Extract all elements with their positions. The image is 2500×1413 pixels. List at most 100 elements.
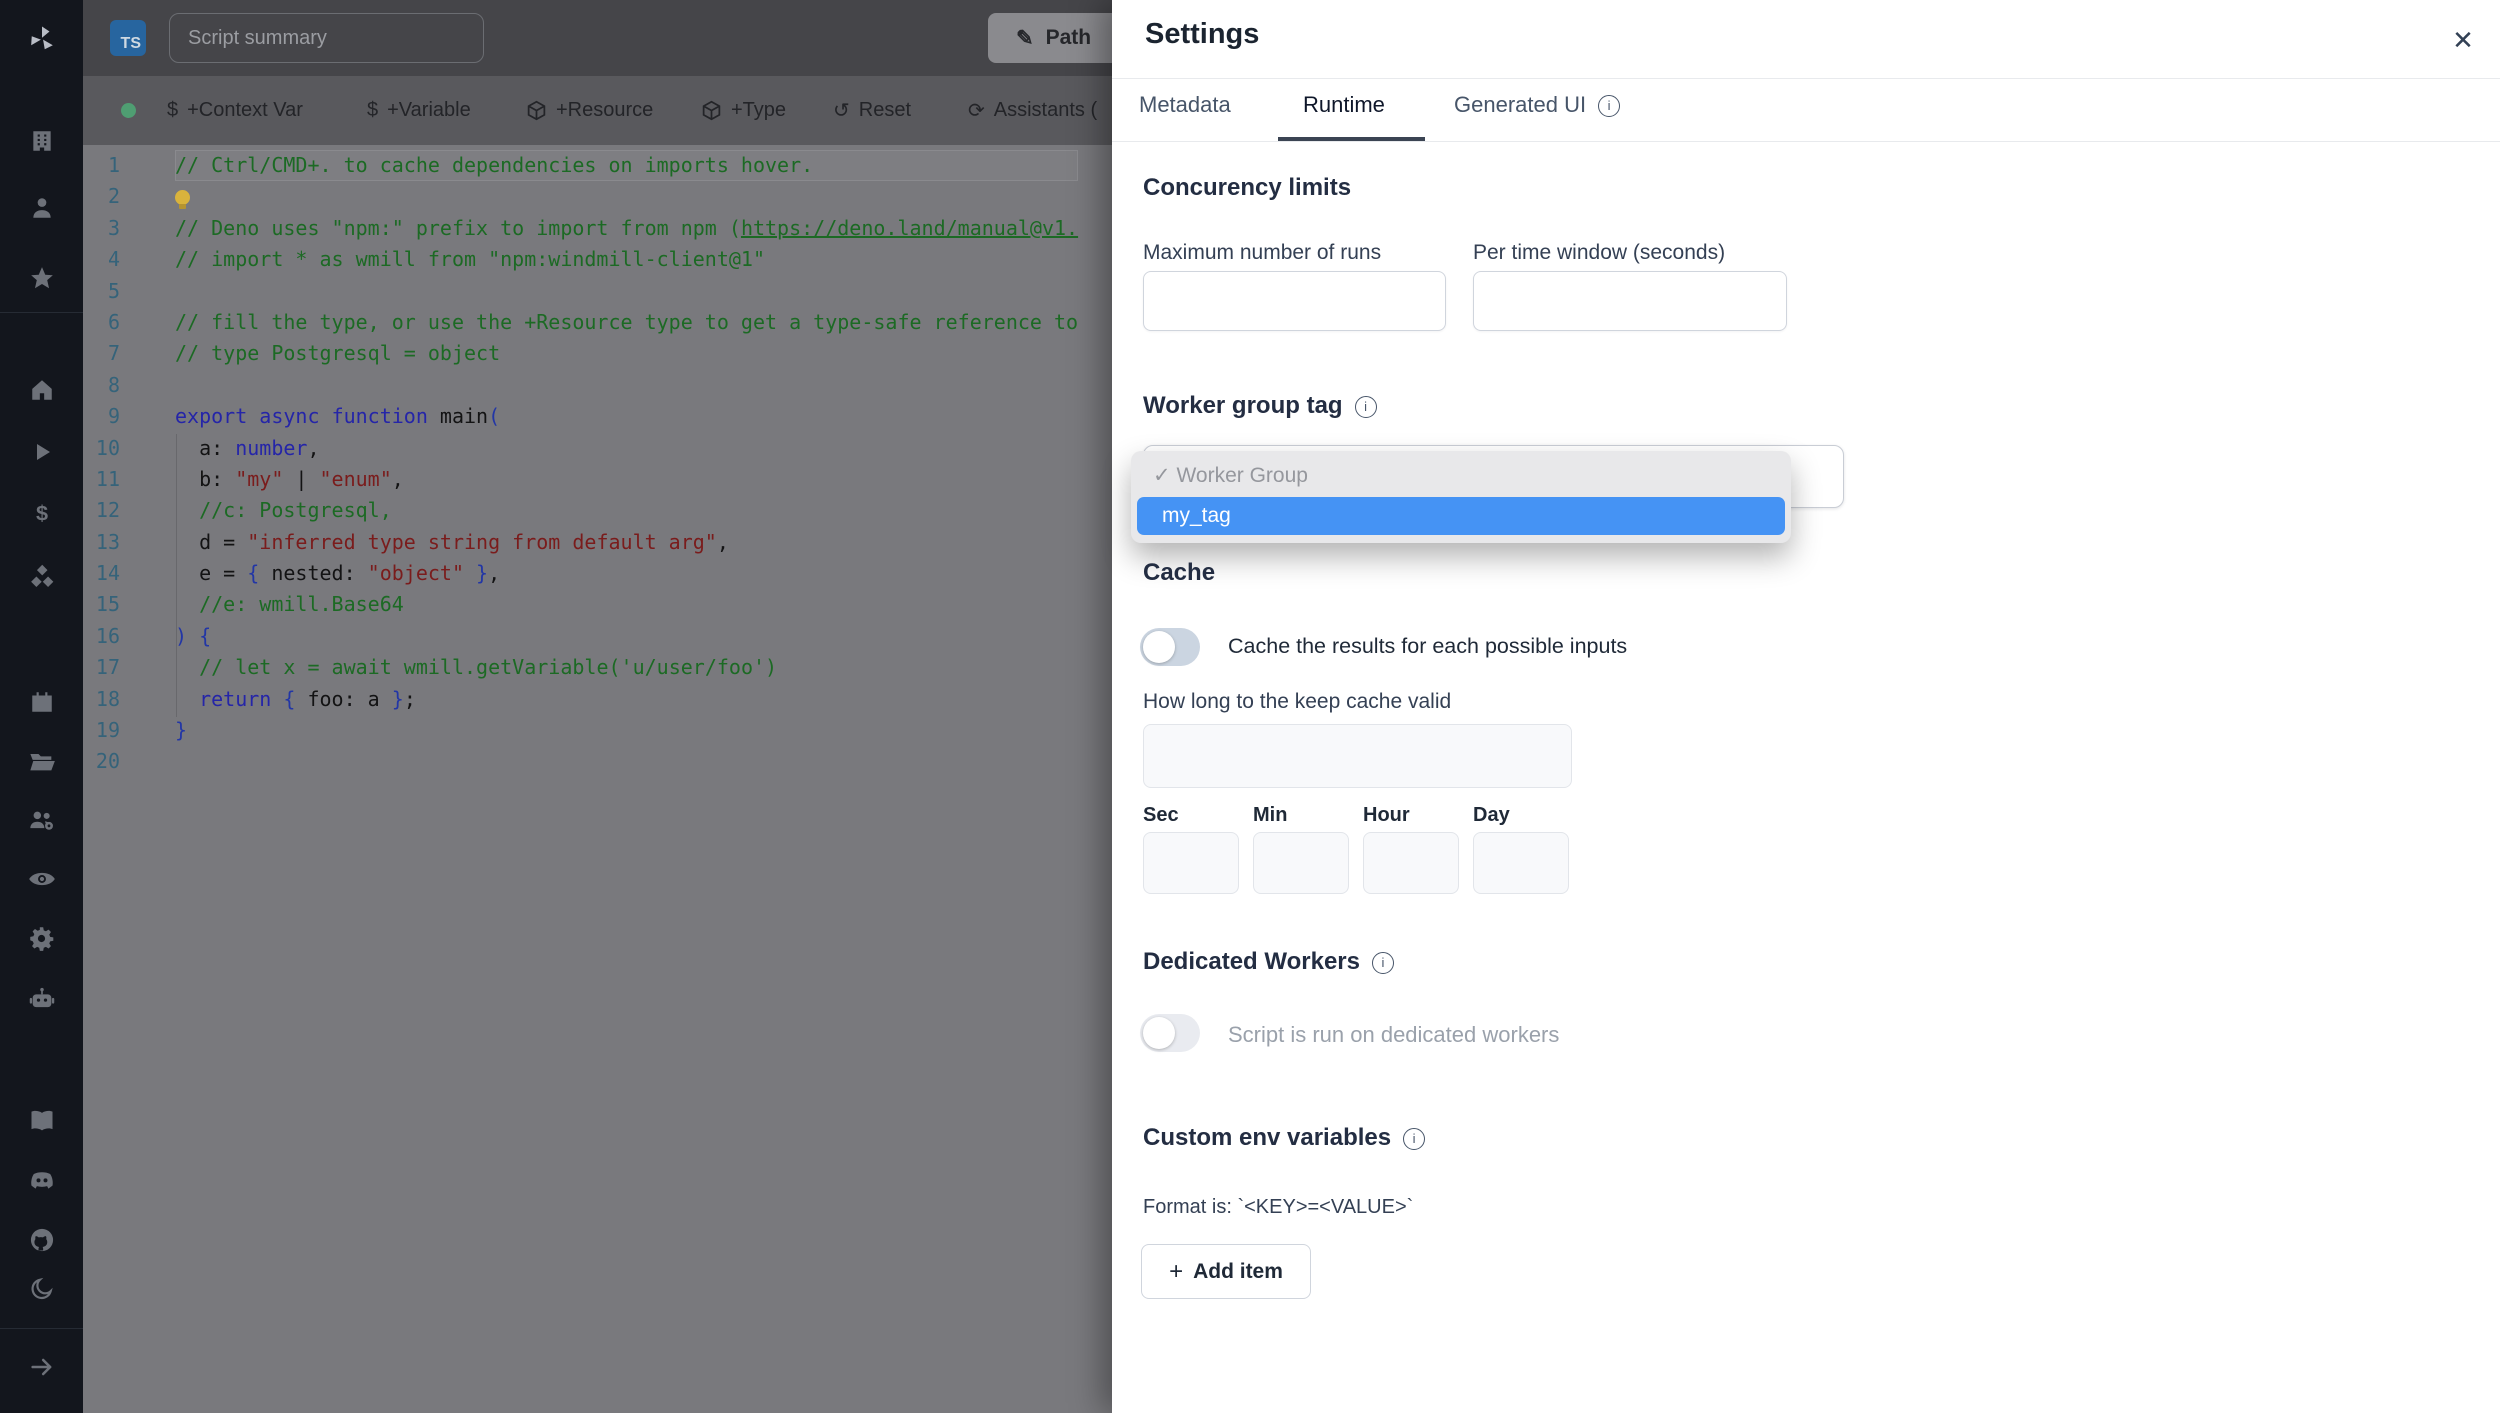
concurrency-heading: Concurency limits xyxy=(1143,174,1352,201)
heading-label: Worker group tag xyxy=(1143,392,1343,419)
info-icon[interactable]: i xyxy=(1371,951,1394,974)
dropdown-option-my-tag[interactable]: my_tag xyxy=(1137,497,1785,535)
sec-input[interactable] xyxy=(1143,832,1239,894)
min-input[interactable] xyxy=(1253,832,1349,894)
line-number: 10 xyxy=(95,435,120,460)
line-number: 2 xyxy=(107,184,120,209)
line-number: 20 xyxy=(95,749,120,774)
dedicated-workers-toggle[interactable] xyxy=(1140,1014,1200,1052)
max-runs-label: Maximum number of runs xyxy=(1143,241,1382,264)
dropdown-option-worker-group[interactable]: ✓ Worker Group xyxy=(1131,455,1791,497)
heading-label: Custom env variables xyxy=(1143,1124,1392,1151)
dedicated-workers-heading: Dedicated Workers i xyxy=(1143,948,1394,976)
code-line: //e: wmill.Base64 xyxy=(199,592,404,617)
moon-icon[interactable] xyxy=(0,1274,83,1304)
env-format-hint: Format is: `<KEY>=<VALUE>` xyxy=(1143,1196,1414,1218)
cache-toggle-label: Cache the results for each possible inpu… xyxy=(1228,634,1628,658)
person-icon[interactable] xyxy=(0,193,83,223)
min-label: Min xyxy=(1253,804,1288,826)
line-number: 17 xyxy=(95,655,120,680)
tab-metadata[interactable]: Metadata xyxy=(1139,92,1231,118)
folder-icon[interactable] xyxy=(0,746,83,776)
toolbar-label: Assistants ( xyxy=(993,99,1098,121)
lightbulb-icon[interactable] xyxy=(175,190,190,210)
tab-generated-ui[interactable]: Generated UI i xyxy=(1454,92,1621,119)
assistants-button[interactable]: ⟳ Assistants ( xyxy=(968,76,1097,145)
sidebar-divider xyxy=(0,1328,83,1329)
tabs-divider xyxy=(1112,141,2500,142)
code-line: export async function main( xyxy=(175,404,501,429)
option-label: Worker Group xyxy=(1176,464,1308,487)
home-icon[interactable] xyxy=(0,375,83,405)
line-number: 5 xyxy=(107,278,120,303)
play-icon[interactable] xyxy=(0,437,83,467)
header-divider xyxy=(1112,78,2500,79)
code-line: } xyxy=(175,718,188,743)
dedicated-workers-toggle-label: Script is run on dedicated workers xyxy=(1228,1022,1560,1047)
worker-group-heading: Worker group tag i xyxy=(1143,392,1377,420)
add-context-var-button[interactable]: $ +Context Var xyxy=(167,76,303,145)
cubes-icon[interactable] xyxy=(0,563,83,593)
eye-icon[interactable] xyxy=(0,864,83,894)
time-window-input[interactable] xyxy=(1473,271,1787,331)
tab-label: Generated UI xyxy=(1454,92,1587,117)
check-icon: ✓ xyxy=(1153,464,1171,487)
line-number: 11 xyxy=(95,466,120,491)
script-summary-input[interactable]: Script summary xyxy=(169,13,484,63)
user-group-gear-icon[interactable] xyxy=(0,805,83,835)
discord-icon[interactable] xyxy=(0,1166,83,1196)
robot-icon[interactable] xyxy=(0,984,83,1014)
code-line: // type Postgresql = object xyxy=(175,341,501,366)
add-variable-button[interactable]: $ +Variable xyxy=(367,76,471,145)
reset-button[interactable]: ↺ Reset xyxy=(833,76,911,145)
line-number: 7 xyxy=(107,341,120,366)
left-sidebar: $ xyxy=(0,0,83,1413)
arrow-right-icon[interactable] xyxy=(0,1352,83,1382)
info-icon[interactable]: i xyxy=(1598,94,1621,117)
reset-icon: ↺ xyxy=(833,100,850,122)
max-runs-input[interactable] xyxy=(1143,271,1446,331)
code-line: return { foo: a }; xyxy=(199,686,416,711)
code-line: e = { nested: "object" }, xyxy=(175,561,501,586)
calendar-icon[interactable] xyxy=(0,687,83,717)
hour-input[interactable] xyxy=(1363,832,1459,894)
line-number: 8 xyxy=(107,372,120,397)
windmill-logo[interactable] xyxy=(0,24,83,54)
day-input[interactable] xyxy=(1473,832,1569,894)
dollar-icon[interactable]: $ xyxy=(0,499,83,529)
dollar-icon: $ xyxy=(167,99,179,121)
cache-heading: Cache xyxy=(1143,559,1216,586)
github-icon[interactable] xyxy=(0,1225,83,1255)
star-icon[interactable] xyxy=(0,263,83,293)
building-icon[interactable] xyxy=(0,126,83,156)
line-number: 18 xyxy=(95,686,120,711)
app-window: $ TS Script summary ✎ Path $ +Context Va… xyxy=(0,0,2500,1413)
toolbar-label: Reset xyxy=(858,99,912,121)
gear-icon[interactable] xyxy=(0,923,83,953)
hour-label: Hour xyxy=(1363,804,1410,826)
toolbar-label: +Context Var xyxy=(187,99,303,121)
cache-toggle[interactable] xyxy=(1140,628,1200,666)
line-number: 9 xyxy=(107,404,120,429)
add-resource-button[interactable]: +Resource xyxy=(526,76,653,145)
add-item-button[interactable]: + Add item xyxy=(1141,1244,1311,1299)
line-number: 1 xyxy=(107,153,120,177)
close-icon[interactable]: ✕ xyxy=(2445,22,2481,58)
tab-runtime[interactable]: Runtime xyxy=(1303,92,1385,118)
line-number: 12 xyxy=(95,498,120,523)
add-type-button[interactable]: +Type xyxy=(701,76,786,145)
book-icon[interactable] xyxy=(0,1106,83,1136)
code-line: d = "inferred type string from default a… xyxy=(175,529,729,554)
cache-duration-input[interactable] xyxy=(1143,724,1572,788)
svg-text:$: $ xyxy=(35,501,47,526)
sec-label: Sec xyxy=(1143,804,1179,826)
editor-gutter: 1 2 3 4 5 6 7 8 9 10 11 12 13 14 15 16 17 18 19 20 xyxy=(83,150,120,778)
time-window-label: Per time window (seconds) xyxy=(1473,241,1726,264)
info-icon[interactable]: i xyxy=(1403,1127,1426,1150)
toolbar-label: +Resource xyxy=(556,99,654,121)
add-item-label: Add item xyxy=(1193,1259,1283,1283)
info-icon[interactable]: i xyxy=(1354,395,1377,418)
line-number: 16 xyxy=(95,623,120,648)
